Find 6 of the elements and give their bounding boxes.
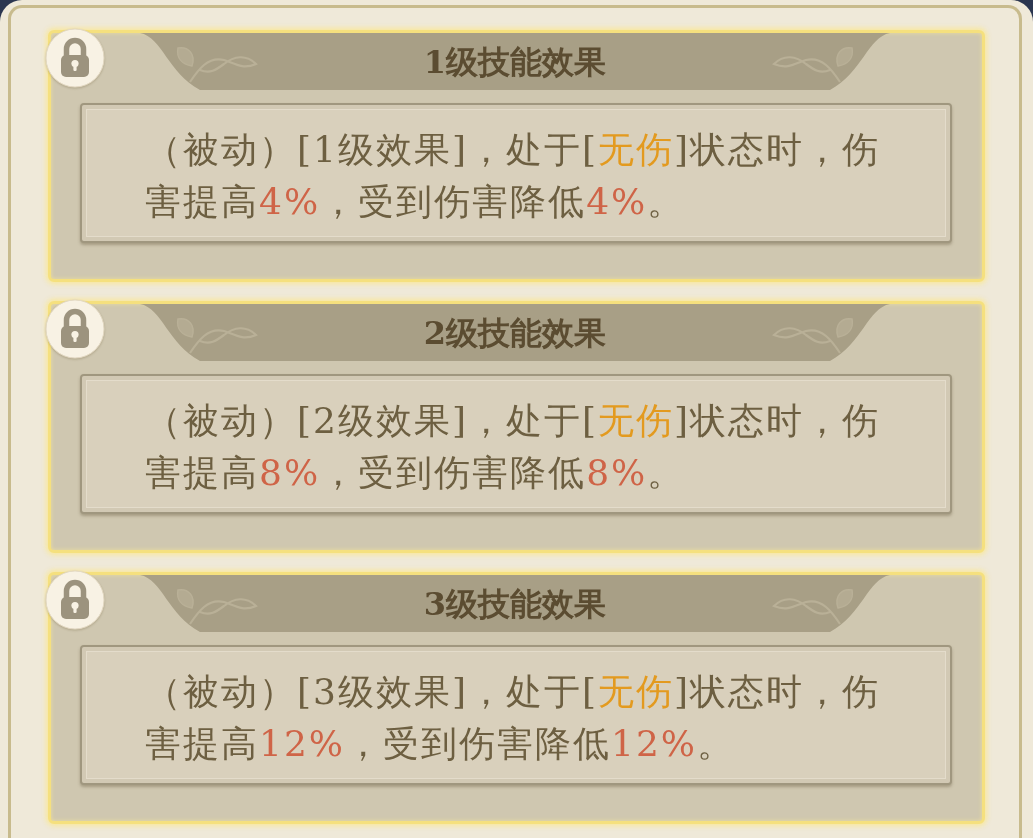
card-title: 2级技能效果 [422, 312, 608, 353]
card-title: 1级技能效果 [422, 41, 608, 82]
description-text: （被动）[1级效果]，处于[无伤]状态时，伤害提高4%，受到伤害降低4%。 [145, 128, 882, 224]
card-title: 3级技能效果 [422, 583, 608, 624]
description-text: （被动）[3级效果]，处于[无伤]状态时，伤害提高 12%，受到伤害降低12%。 [145, 670, 882, 766]
description-text: （被动）[2级效果]，处于[无伤]状态时，伤害提高8%，受到伤害降低8%。 [145, 399, 882, 495]
